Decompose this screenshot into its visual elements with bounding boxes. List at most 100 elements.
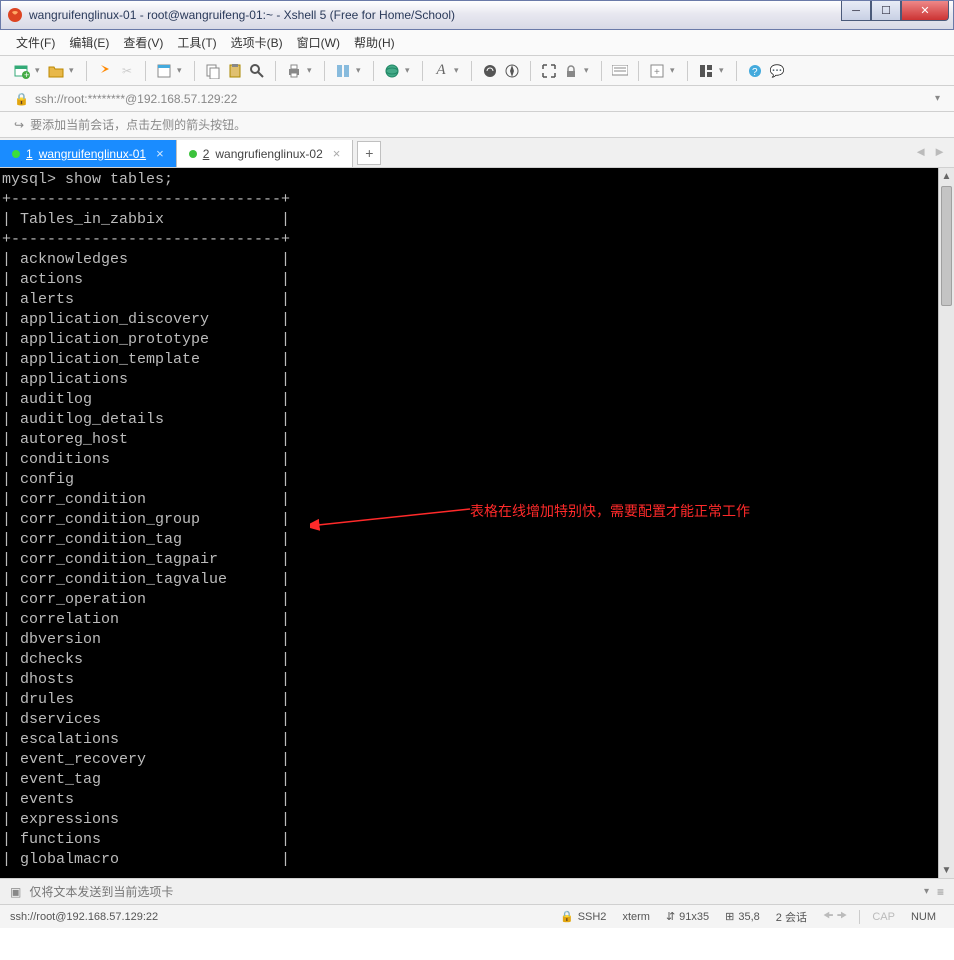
- tab-num: 1: [26, 147, 33, 161]
- compass-icon[interactable]: [502, 61, 522, 81]
- separator: [324, 61, 325, 81]
- dropdown-icon[interactable]: ▾: [34, 65, 44, 76]
- script-icon[interactable]: [480, 61, 500, 81]
- add-tab-button[interactable]: +: [357, 141, 381, 165]
- dropdown-icon[interactable]: ▾: [718, 65, 728, 76]
- layout-icon[interactable]: [696, 61, 716, 81]
- dropdown-icon[interactable]: ▾: [176, 65, 186, 76]
- menu-view[interactable]: 查看(V): [123, 34, 163, 51]
- window-title: wangruifenglinux-01 - root@wangruifeng-0…: [29, 8, 841, 22]
- status-dot-icon: [189, 150, 197, 158]
- dropdown-icon[interactable]: ▾: [355, 65, 365, 76]
- transfer-icon[interactable]: [333, 61, 353, 81]
- print-icon[interactable]: [284, 61, 304, 81]
- status-bar: ssh://root@192.168.57.129:22 🔒 SSH2 xter…: [0, 904, 954, 928]
- scroll-down-icon[interactable]: ▼: [939, 862, 954, 878]
- dropdown-icon[interactable]: ▾: [306, 65, 316, 76]
- new-session-icon[interactable]: +: [12, 61, 32, 81]
- dropdown-icon[interactable]: ▾: [404, 65, 414, 76]
- open-icon[interactable]: [46, 61, 66, 81]
- separator: [275, 61, 276, 81]
- menubar: 文件(F) 编辑(E) 查看(V) 工具(T) 选项卡(B) 窗口(W) 帮助(…: [0, 30, 954, 56]
- tab-2[interactable]: 2 wangrufienglinux-02 ×: [177, 140, 354, 167]
- lock-icon: 🔒: [14, 92, 29, 106]
- dropdown-icon[interactable]: ▾: [669, 65, 679, 76]
- options-icon[interactable]: ≡: [937, 885, 944, 899]
- copy-icon[interactable]: [203, 61, 223, 81]
- dropdown-icon[interactable]: ▾: [453, 65, 463, 76]
- dropdown-icon[interactable]: ▾: [583, 65, 593, 76]
- svg-text:+: +: [24, 70, 29, 79]
- chat-icon[interactable]: 💬: [767, 61, 787, 81]
- close-button[interactable]: ✕: [901, 1, 949, 21]
- input-bar: ▣ ▾ ≡: [0, 878, 954, 904]
- command-input[interactable]: [29, 885, 916, 899]
- terminal[interactable]: mysql> show tables; +-------------------…: [0, 168, 938, 878]
- titlebar: wangruifenglinux-01 - root@wangruifeng-0…: [0, 0, 954, 30]
- separator: [373, 61, 374, 81]
- menu-tab[interactable]: 选项卡(B): [231, 34, 283, 51]
- menu-window[interactable]: 窗口(W): [297, 34, 340, 51]
- session-nav[interactable]: 🠜 🠞: [823, 906, 847, 927]
- separator: [471, 61, 472, 81]
- minimize-button[interactable]: ─: [841, 1, 871, 21]
- toolbar: +▾ ▾ ✂ ▾ ▾ ▾ ▾ A▾ ▾ +▾ ▾ ? 💬: [0, 56, 954, 86]
- scroll-thumb[interactable]: [941, 186, 952, 306]
- separator: [194, 61, 195, 81]
- help-icon[interactable]: ?: [745, 61, 765, 81]
- menu-help[interactable]: 帮助(H): [354, 34, 395, 51]
- separator: [86, 61, 87, 81]
- keyboard-icon[interactable]: [610, 61, 630, 81]
- fullscreen-icon[interactable]: [539, 61, 559, 81]
- status-protocol: 🔒 SSH2: [560, 910, 606, 923]
- window-controls: ─ ☐ ✕: [841, 1, 949, 21]
- paste-icon[interactable]: [225, 61, 245, 81]
- lock-icon[interactable]: [561, 61, 581, 81]
- compose-icon[interactable]: +: [647, 61, 667, 81]
- separator: [736, 61, 737, 81]
- status-sessions: 2 会话: [776, 909, 807, 925]
- tab-label: wangrufienglinux-02: [215, 147, 322, 161]
- menu-file[interactable]: 文件(F): [16, 34, 55, 51]
- dropdown-icon[interactable]: ▾: [935, 93, 940, 104]
- find-icon[interactable]: [247, 61, 267, 81]
- disconnect-icon[interactable]: ✂: [117, 61, 137, 81]
- app-icon: [7, 7, 23, 23]
- tab-close-icon[interactable]: ×: [156, 146, 164, 161]
- tab-close-icon[interactable]: ×: [333, 146, 341, 161]
- separator: [601, 61, 602, 81]
- tab-1[interactable]: 1 wangruifenglinux-01 ×: [0, 140, 177, 167]
- globe-icon[interactable]: [382, 61, 402, 81]
- tab-label: wangruifenglinux-01: [39, 147, 146, 161]
- hint-bar: ↪ 要添加当前会话，点击左侧的箭头按钮。: [0, 112, 954, 138]
- separator: [422, 61, 423, 81]
- address-bar: 🔒 ssh://root:********@192.168.57.129:22 …: [0, 86, 954, 112]
- reconnect-icon[interactable]: [95, 61, 115, 81]
- separator: [638, 61, 639, 81]
- font-icon[interactable]: A: [431, 61, 451, 81]
- add-session-icon[interactable]: ↪: [14, 118, 24, 132]
- svg-text:+: +: [654, 67, 660, 78]
- status-num: NUM: [911, 911, 936, 923]
- separator: [859, 910, 860, 924]
- svg-text:?: ?: [752, 67, 758, 78]
- separator: [145, 61, 146, 81]
- dropdown-icon[interactable]: ▾: [68, 65, 78, 76]
- scrollbar[interactable]: ▲ ▼: [938, 168, 954, 878]
- tab-num: 2: [203, 147, 210, 161]
- maximize-button[interactable]: ☐: [871, 1, 901, 21]
- properties-icon[interactable]: [154, 61, 174, 81]
- tab-bar: 1 wangruifenglinux-01 × 2 wangrufienglin…: [0, 138, 954, 168]
- address-text[interactable]: ssh://root:********@192.168.57.129:22: [35, 92, 237, 106]
- status-pos: ⊞ 35,8: [725, 910, 760, 923]
- menu-tools[interactable]: 工具(T): [177, 34, 216, 51]
- dropdown-icon[interactable]: ▾: [924, 886, 929, 897]
- separator: [530, 61, 531, 81]
- scroll-up-icon[interactable]: ▲: [939, 168, 954, 184]
- tab-prev-icon[interactable]: ◄: [914, 144, 927, 159]
- tab-next-icon[interactable]: ►: [933, 144, 946, 159]
- status-dot-icon: [12, 150, 20, 158]
- menu-edit[interactable]: 编辑(E): [69, 34, 109, 51]
- send-mode-icon[interactable]: ▣: [10, 885, 21, 899]
- status-size: ⇵ 91x35: [666, 910, 709, 923]
